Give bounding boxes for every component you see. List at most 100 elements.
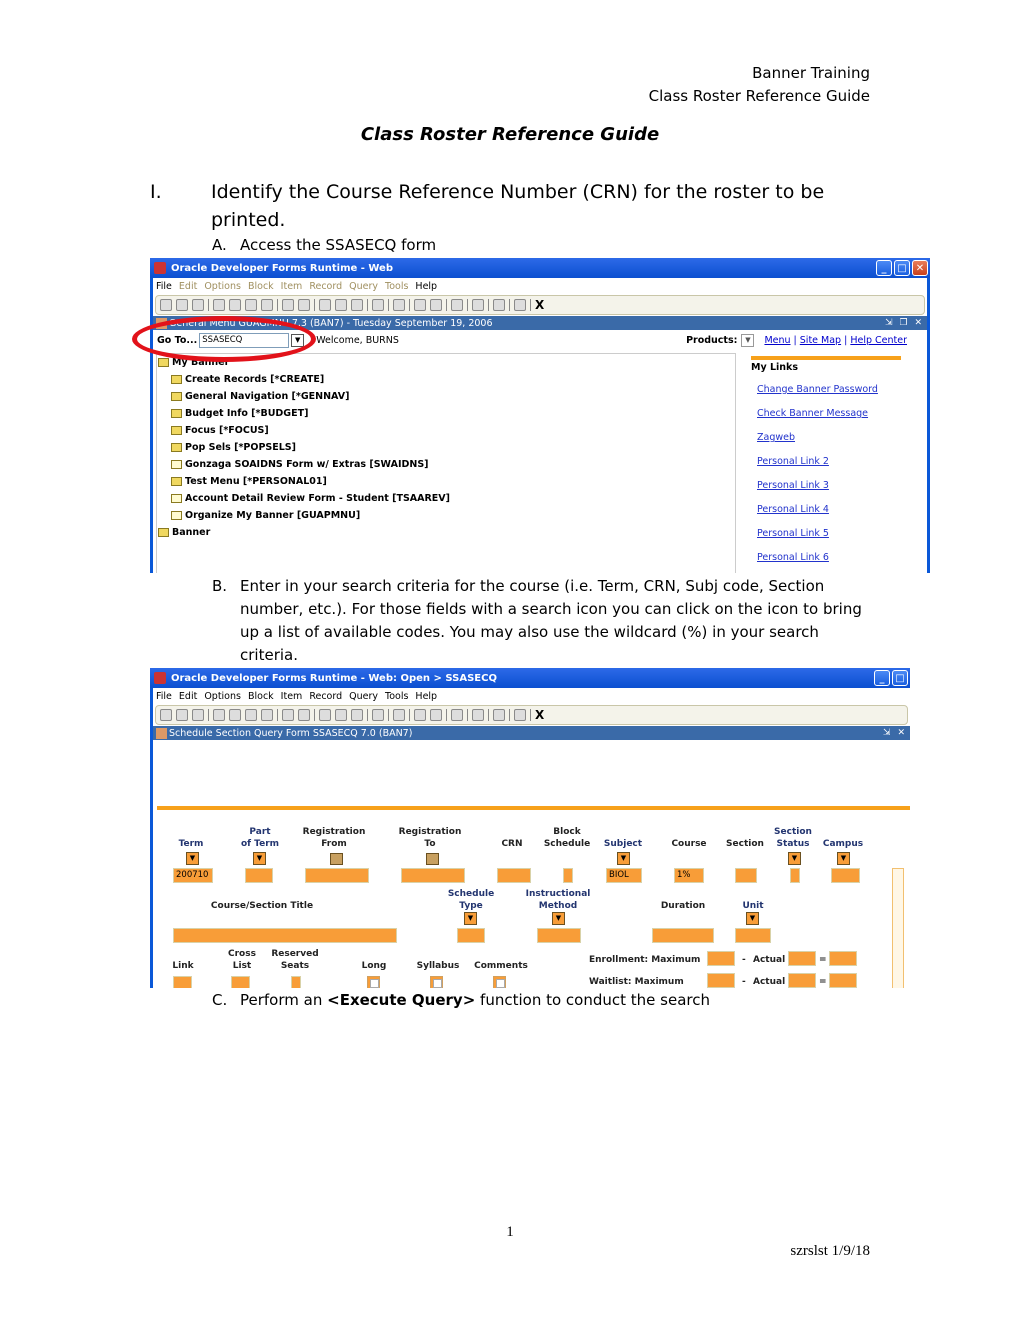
unit-lookup-icon[interactable]: ▼ — [746, 912, 759, 925]
menu-help[interactable]: Help — [415, 691, 437, 702]
reserved-seats-input[interactable] — [291, 976, 301, 988]
block-schedule-input[interactable] — [563, 868, 573, 883]
schedule-type-input[interactable] — [457, 928, 485, 943]
menu-options[interactable]: Options — [204, 281, 241, 292]
bdm-icon[interactable] — [493, 299, 505, 311]
execute-query-icon[interactable] — [298, 299, 310, 311]
registration-to-input[interactable] — [401, 868, 465, 883]
menu-file[interactable]: File — [156, 281, 172, 292]
enter-query-icon[interactable] — [282, 709, 294, 721]
close-icon[interactable]: ✕ — [912, 260, 928, 276]
my-link[interactable]: Personal Link 3 — [757, 480, 911, 504]
bdm-icon[interactable] — [493, 709, 505, 721]
clear-record-icon[interactable] — [351, 299, 363, 311]
tree-item[interactable]: Organize My Banner [GUAPMNU] — [157, 507, 735, 524]
my-link[interactable]: Personal Link 5 — [757, 528, 911, 552]
tree-item[interactable]: General Navigation [*GENNAV] — [157, 388, 735, 405]
my-link[interactable]: Change Banner Password — [757, 384, 911, 408]
my-link[interactable]: Personal Link 6 — [757, 552, 911, 573]
section-status-input[interactable] — [790, 868, 800, 883]
select-icon[interactable] — [192, 299, 204, 311]
audio-icon[interactable] — [451, 299, 463, 311]
tree-item[interactable]: Create Records [*CREATE] — [157, 371, 735, 388]
tree-item[interactable]: Test Menu [*PERSONAL01] — [157, 473, 735, 490]
part-of-term-lookup-icon[interactable]: ▼ — [253, 852, 266, 865]
menu-edit[interactable]: Edit — [179, 281, 197, 292]
export-icon[interactable] — [393, 709, 405, 721]
menu-block[interactable]: Block — [248, 281, 274, 292]
section-status-lookup-icon[interactable]: ▼ — [788, 852, 801, 865]
menu-file[interactable]: File — [156, 691, 172, 702]
workflow-icon[interactable] — [472, 299, 484, 311]
course-section-title-input[interactable] — [173, 928, 397, 943]
tree-item[interactable]: Banner — [157, 524, 735, 541]
menu-tools[interactable]: Tools — [385, 281, 408, 292]
waitlist-actual-input[interactable] — [788, 973, 816, 988]
tree-item[interactable]: Budget Info [*BUDGET] — [157, 405, 735, 422]
enrollment-actual-input[interactable] — [788, 951, 816, 966]
term-input[interactable]: 200710 — [173, 868, 213, 883]
next-block-icon[interactable] — [213, 299, 225, 311]
products-dropdown[interactable]: ▼ — [741, 333, 755, 347]
calendar-icon[interactable] — [330, 853, 343, 865]
syllabus-checkbox[interactable] — [430, 976, 443, 988]
export-icon[interactable] — [393, 299, 405, 311]
menu-edit[interactable]: Edit — [179, 691, 197, 702]
insert-record-icon[interactable] — [319, 299, 331, 311]
enrollment-maximum-input[interactable] — [707, 951, 735, 966]
previous-block-icon[interactable] — [229, 299, 241, 311]
menu-item[interactable]: Item — [281, 281, 303, 292]
exit-icon[interactable]: X — [535, 298, 544, 312]
print-icon[interactable] — [372, 709, 384, 721]
record-scrollbar[interactable] — [892, 868, 904, 988]
execute-query-icon[interactable] — [298, 709, 310, 721]
my-link[interactable]: Personal Link 2 — [757, 456, 911, 480]
audio-icon[interactable] — [451, 709, 463, 721]
schedule-type-lookup-icon[interactable]: ▼ — [464, 912, 477, 925]
waitlist-remaining-input[interactable] — [829, 973, 857, 988]
help-icon[interactable] — [514, 299, 526, 311]
part-of-term-input[interactable] — [245, 868, 273, 883]
menu-link[interactable]: Menu — [764, 335, 790, 346]
unit-input[interactable] — [735, 928, 771, 943]
enter-query-icon[interactable] — [282, 299, 294, 311]
select-icon[interactable] — [192, 709, 204, 721]
menu-help[interactable]: Help — [415, 281, 437, 292]
cut-icon[interactable] — [414, 709, 426, 721]
help-center-link[interactable]: Help Center — [850, 335, 907, 346]
minimize-icon[interactable]: _ — [874, 670, 890, 686]
site-map-link[interactable]: Site Map — [800, 335, 841, 346]
menu-record[interactable]: Record — [309, 691, 342, 702]
next-record-icon[interactable] — [261, 709, 273, 721]
enrollment-remaining-input[interactable] — [829, 951, 857, 966]
rollback-icon[interactable] — [176, 299, 188, 311]
save-icon[interactable] — [160, 709, 172, 721]
comments-checkbox[interactable] — [493, 976, 506, 988]
previous-record-icon[interactable] — [245, 709, 257, 721]
instructional-method-input[interactable] — [537, 928, 581, 943]
my-link[interactable]: Zagweb — [757, 432, 911, 456]
form-window-controls[interactable]: ⇲ ✕ — [883, 728, 907, 738]
menu-options[interactable]: Options — [204, 691, 241, 702]
previous-block-icon[interactable] — [229, 709, 241, 721]
menu-tools[interactable]: Tools — [385, 691, 408, 702]
my-link[interactable]: Personal Link 4 — [757, 504, 911, 528]
tree-item[interactable]: Gonzaga SOAIDNS Form w/ Extras [SWAIDNS] — [157, 456, 735, 473]
maximize-icon[interactable]: □ — [894, 260, 910, 276]
menu-query[interactable]: Query — [349, 281, 378, 292]
clear-record-icon[interactable] — [351, 709, 363, 721]
section-input[interactable] — [735, 868, 757, 883]
course-input[interactable]: 1% — [674, 868, 704, 883]
previous-record-icon[interactable] — [245, 299, 257, 311]
cross-list-input[interactable] — [231, 976, 250, 988]
insert-record-icon[interactable] — [319, 709, 331, 721]
subject-input[interactable]: BIOL — [606, 868, 642, 883]
maximize-icon[interactable]: □ — [892, 670, 908, 686]
menu-block[interactable]: Block — [248, 691, 274, 702]
instructional-method-lookup-icon[interactable]: ▼ — [552, 912, 565, 925]
print-icon[interactable] — [372, 299, 384, 311]
waitlist-maximum-input[interactable] — [707, 973, 735, 988]
copy-icon[interactable] — [430, 709, 442, 721]
term-lookup-icon[interactable]: ▼ — [186, 852, 199, 865]
help-icon[interactable] — [514, 709, 526, 721]
